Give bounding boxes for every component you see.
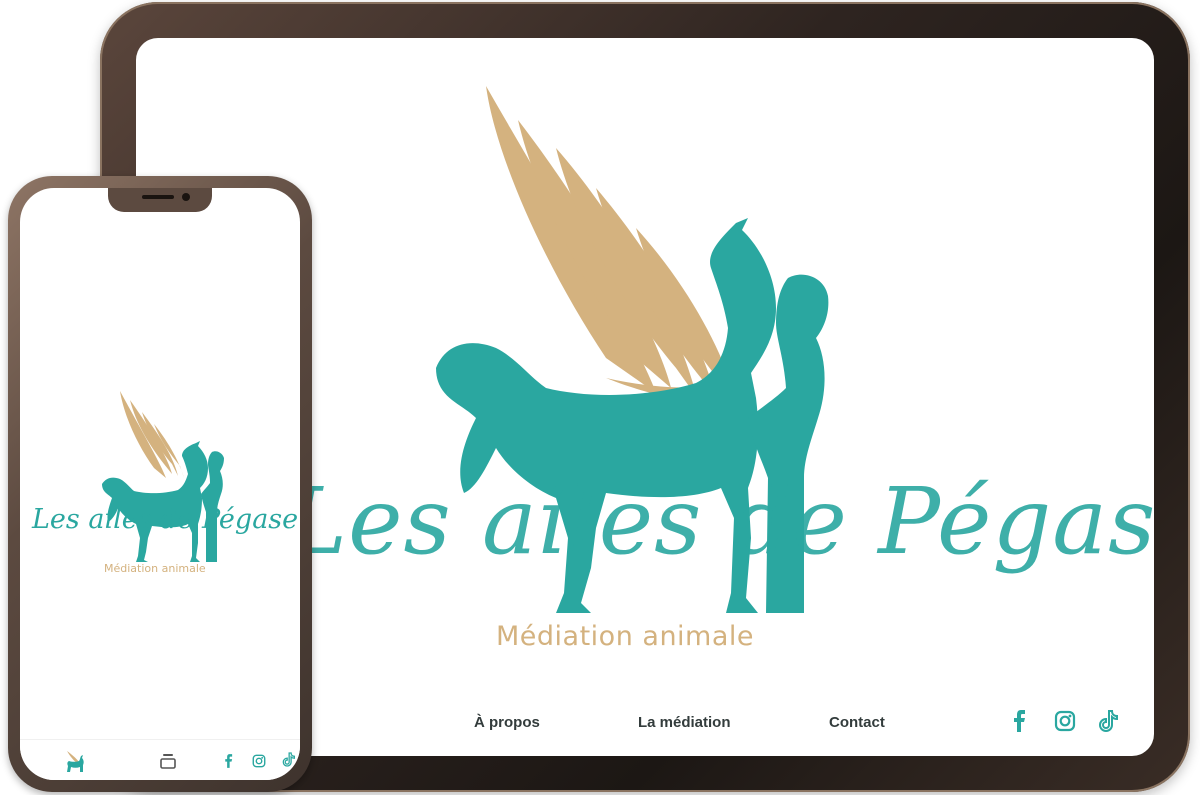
- logo-icon[interactable]: [64, 748, 90, 778]
- phone-screen: Les ailes de Pégase Médiation animale: [20, 188, 300, 780]
- phone-bottom-bar: [20, 739, 300, 780]
- nav-link-contact[interactable]: Contact: [829, 714, 885, 731]
- brand-title: Les ailes de Pégase: [286, 468, 1154, 575]
- brand-tagline: Médiation animale: [496, 621, 755, 652]
- phone-pegasus-logo: [102, 391, 224, 562]
- phone-brand-tagline: Médiation animale: [104, 562, 206, 575]
- instagram-icon-mobile[interactable]: [252, 753, 266, 772]
- tiktok-icon[interactable]: [1098, 710, 1118, 732]
- menu-icon[interactable]: [159, 752, 177, 774]
- phone-brand-title: Les ailes de Pégase: [32, 504, 299, 535]
- facebook-icon-mobile[interactable]: [224, 753, 234, 772]
- nav-link-a-propos[interactable]: À propos: [474, 714, 540, 731]
- nav-link-la-mediation[interactable]: La médiation: [638, 714, 731, 731]
- phone-device: Les ailes de Pégase Médiation animale: [8, 176, 312, 792]
- tiktok-icon-mobile[interactable]: [282, 752, 295, 771]
- wing-graphic: [486, 86, 736, 404]
- facebook-icon[interactable]: [1012, 710, 1028, 732]
- instagram-icon[interactable]: [1054, 710, 1076, 732]
